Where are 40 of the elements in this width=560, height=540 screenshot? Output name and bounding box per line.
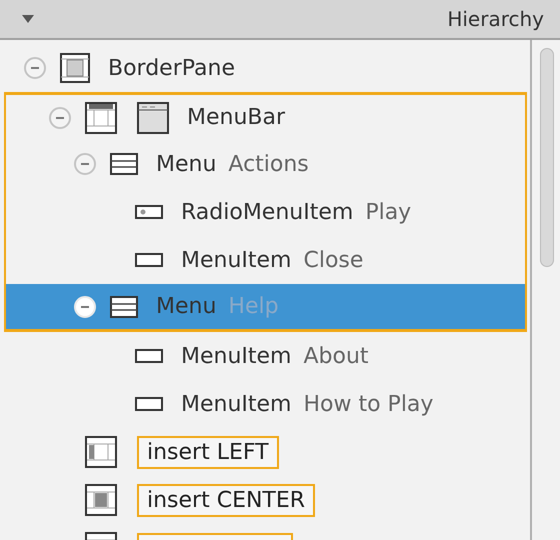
menu-item-icon [135,349,163,363]
list-icon [110,153,138,175]
node-name: About [303,344,369,368]
window-icon [137,102,169,134]
node-type: RadioMenuItem [181,200,354,224]
caret-icon[interactable] [21,14,35,24]
menu-item-icon [135,253,163,267]
node-name: Help [228,294,279,319]
node-name: Close [303,248,364,272]
node-name: Actions [228,152,309,176]
tree-row[interactable]: MenuBar [4,92,527,140]
collapse-icon[interactable] [49,106,71,128]
tree-row[interactable]: Menu Help [4,284,527,332]
layout-icon [85,484,117,516]
layout-icon [60,53,90,83]
scrollbar-thumb[interactable] [540,48,554,267]
layout-icon [85,102,117,134]
node-name: How to Play [303,392,434,416]
tree-row[interactable]: RadioMenuItem Play [4,188,527,236]
panel-title: Hierarchy [447,7,544,31]
node-name: Play [365,200,412,224]
node-type: MenuItem [181,392,292,416]
node-type: BorderPane [108,56,235,80]
layout-icon [85,436,117,468]
node-type: MenuItem [181,248,292,272]
drop-slot[interactable]: insert LEFT [137,436,279,468]
tree-row[interactable]: MenuItem About [4,332,527,380]
tree-row[interactable]: MenuItem How to Play [4,380,527,428]
node-type: MenuItem [181,344,292,368]
node-type: Menu [156,294,216,319]
collapse-icon[interactable] [74,153,96,175]
node-type: MenuBar [187,105,286,130]
drop-slot[interactable]: insert CENTER [137,484,316,516]
list-icon [110,296,138,318]
menu-item-icon [135,397,163,411]
radio-item-icon [135,205,163,219]
tree-row[interactable]: Menu Actions [4,140,527,188]
collapse-icon[interactable] [24,57,46,79]
node-type: Menu [156,152,216,176]
tree-row[interactable]: BorderPane [4,44,527,92]
